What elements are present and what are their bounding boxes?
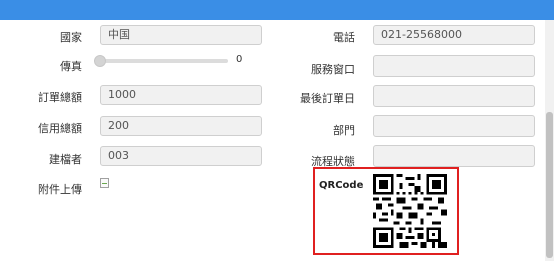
fax-slider-value: 0 — [236, 54, 243, 65]
fax-slider-track[interactable] — [100, 59, 228, 63]
broken-image-icon[interactable] — [100, 178, 109, 188]
fax-slider-handle[interactable] — [94, 55, 106, 67]
fax-label: 傳真 — [60, 60, 82, 73]
attachment-label: 附件上傳 — [38, 183, 82, 196]
service-window-label: 服務窗口 — [311, 63, 355, 76]
order-total-field[interactable]: 1000 — [100, 85, 262, 105]
country-field[interactable]: 中国 — [100, 25, 262, 45]
phone-label: 電話 — [333, 31, 355, 44]
credit-total-label: 信用總額 — [38, 122, 82, 135]
qrcode-label: QRCode — [319, 180, 364, 191]
phone-field[interactable]: 021-25568000 — [373, 25, 535, 45]
workflow-status-field[interactable] — [373, 145, 535, 167]
order-total-label: 訂單總額 — [38, 91, 82, 104]
department-field[interactable] — [373, 115, 535, 137]
credit-total-field[interactable]: 200 — [100, 116, 262, 136]
department-label: 部門 — [333, 124, 355, 137]
country-label: 國家 — [60, 31, 82, 44]
window-title-bar — [0, 0, 554, 20]
scrollbar-thumb[interactable] — [546, 112, 553, 258]
last-order-date-label: 最後訂單日 — [300, 92, 355, 105]
service-window-field[interactable] — [373, 55, 535, 77]
creator-label: 建檔者 — [49, 153, 82, 166]
qrcode-image — [373, 174, 447, 248]
last-order-date-field[interactable] — [373, 85, 535, 107]
creator-field[interactable]: 003 — [100, 146, 262, 166]
